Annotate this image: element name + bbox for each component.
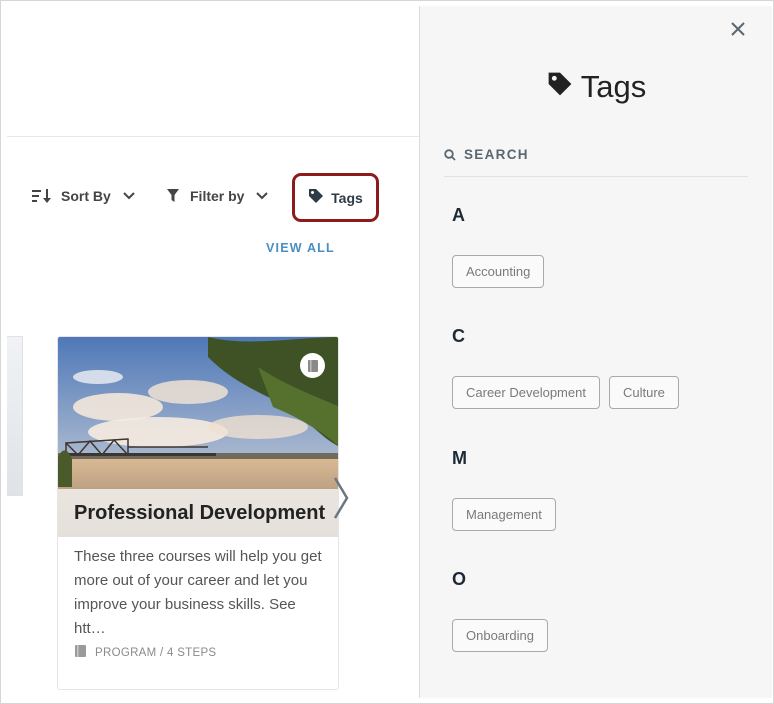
tag-chip[interactable]: Career Development xyxy=(452,376,600,409)
tag-chip[interactable]: Management xyxy=(452,498,556,531)
program-card[interactable]: Professional Development These three cou… xyxy=(57,336,339,690)
chevron-down-icon xyxy=(256,192,269,200)
tag-chip[interactable]: Culture xyxy=(609,376,679,409)
filter-by-label: Filter by xyxy=(190,188,245,204)
tag-chip[interactable]: Onboarding xyxy=(452,619,548,652)
panel-title: Tags xyxy=(420,69,773,105)
tag-icon xyxy=(547,69,581,105)
card-description: These three courses will help you get mo… xyxy=(74,548,322,637)
view-all-link[interactable]: VIEW ALL xyxy=(266,241,335,255)
tag-search-input[interactable]: SEARCH xyxy=(444,147,748,177)
book-icon xyxy=(300,353,325,378)
letter-heading-m: M xyxy=(452,448,467,468)
letter-heading-o: O xyxy=(452,569,467,589)
sort-by-label: Sort By xyxy=(61,188,111,204)
previous-card-edge[interactable] xyxy=(7,336,23,496)
chevron-right-icon[interactable] xyxy=(333,476,349,525)
tag-chip[interactable]: Accounting xyxy=(452,255,545,288)
header-divider xyxy=(7,136,419,137)
chevron-down-icon xyxy=(123,192,135,200)
sort-icon xyxy=(32,188,52,204)
tag-icon xyxy=(308,188,331,207)
search-icon xyxy=(444,147,464,164)
book-icon xyxy=(74,644,95,661)
tags-button-label: Tags xyxy=(331,189,363,206)
panel-title-label: Tags xyxy=(580,69,647,104)
card-meta-label: PROGRAM / 4 STEPS xyxy=(95,646,217,659)
letter-heading-c: C xyxy=(452,326,465,346)
catalog-area: Sort By Filter by Tags VIEW ALL Professi… xyxy=(7,6,419,698)
tags-button[interactable]: Tags xyxy=(292,173,379,222)
sort-by-dropdown[interactable]: Sort By xyxy=(32,184,135,208)
card-meta: PROGRAM / 4 STEPS xyxy=(74,644,216,661)
close-icon[interactable] xyxy=(727,18,749,40)
card-title: Professional Development xyxy=(58,489,338,537)
tags-panel: Tags SEARCH A Accounting C Career Develo… xyxy=(419,6,772,698)
letter-heading-a: A xyxy=(452,205,465,225)
filter-icon xyxy=(167,189,179,203)
filter-by-dropdown[interactable]: Filter by xyxy=(167,184,269,208)
search-placeholder: SEARCH xyxy=(464,147,529,162)
